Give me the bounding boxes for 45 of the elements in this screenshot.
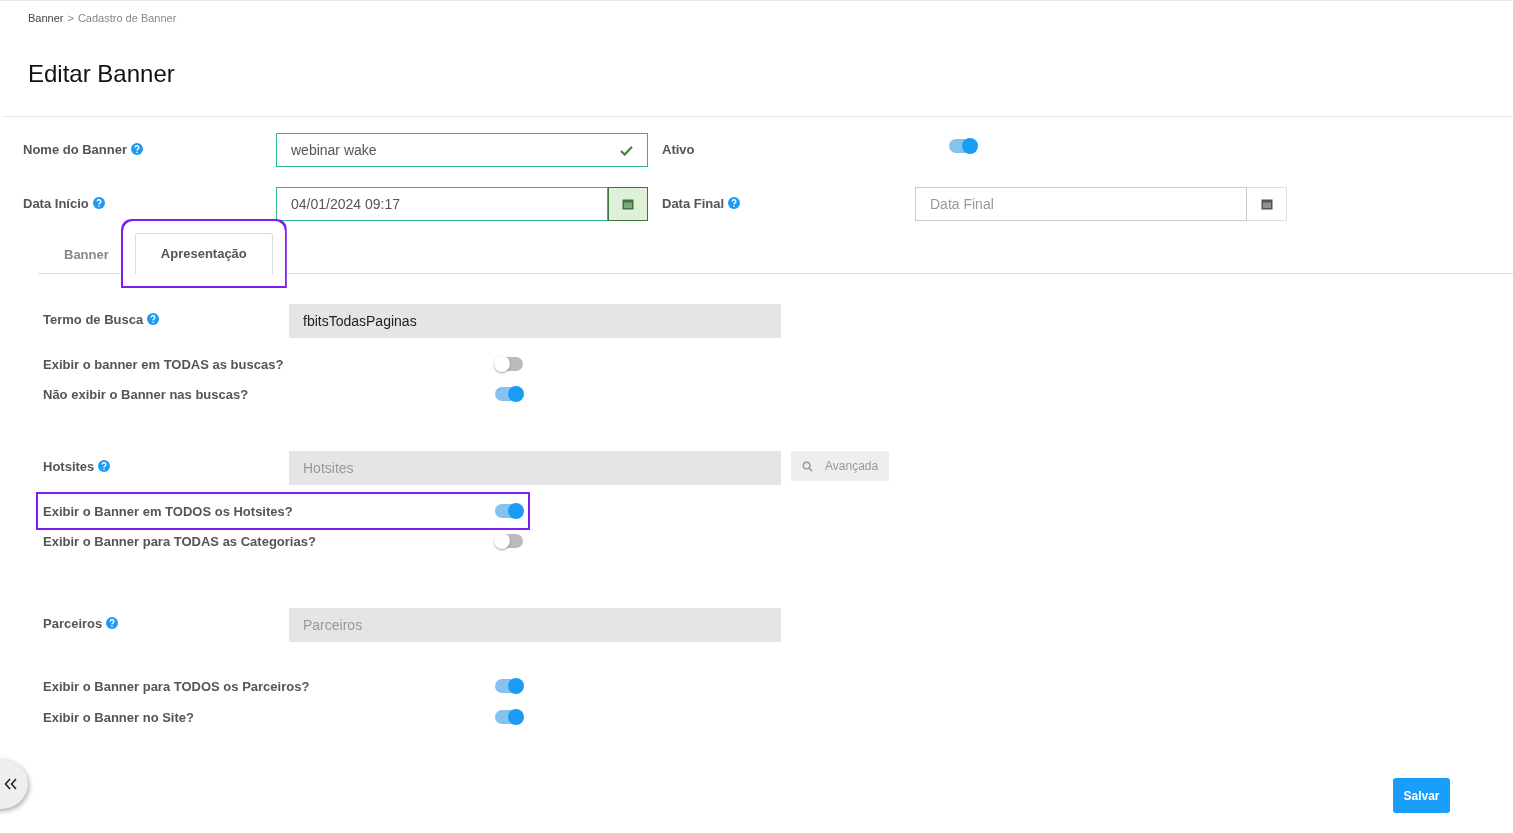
input-field[interactable]: Hotsites <box>289 451 781 485</box>
field-label: Parceiros <box>43 615 103 631</box>
toggle-switch[interactable] <box>495 679 523 693</box>
calendar-icon <box>1260 198 1273 210</box>
calendar-icon <box>622 198 634 210</box>
date-input-field[interactable]: 04/01/2024 09:17 <box>276 187 608 221</box>
toggle-label: Exibir o banner em TODAS as buscas? <box>43 356 284 372</box>
field-label: Nome do Banner <box>23 141 127 157</box>
help-icon[interactable] <box>92 197 105 209</box>
toggle-switch[interactable] <box>495 387 523 401</box>
double-chevron-left-icon <box>4 778 18 790</box>
toggle-label: Não exibir o Banner nas buscas? <box>43 386 249 402</box>
field-label: Data Final <box>662 195 725 211</box>
tab[interactable]: Banner <box>38 234 135 274</box>
input-field[interactable]: Parceiros <box>289 608 781 642</box>
field-label: Hotsites <box>43 458 95 474</box>
help-icon[interactable] <box>131 143 143 155</box>
breadcrumb-link[interactable]: Banner <box>28 12 64 24</box>
toggle-label: Exibir o Banner em TODOS os Hotsites? <box>43 503 293 519</box>
toggle-switch[interactable] <box>495 504 523 518</box>
field-label: Termo de Busca <box>43 311 144 327</box>
input-field[interactable]: fbitsTodasPaginas <box>289 304 781 338</box>
save-button[interactable]: Salvar <box>1393 778 1450 813</box>
help-icon[interactable] <box>147 313 160 325</box>
check-icon <box>620 144 633 156</box>
date-input-field[interactable]: Data Final <box>915 187 1247 221</box>
help-icon[interactable] <box>106 617 119 629</box>
toggle-switch[interactable] <box>495 357 523 371</box>
field-label: Ativo <box>662 141 695 157</box>
field-label: Data Início <box>23 195 89 211</box>
search-icon <box>802 460 813 472</box>
page-title: Editar Banner <box>28 59 176 89</box>
calendar-button[interactable] <box>608 187 648 221</box>
toggle-switch[interactable] <box>495 710 523 724</box>
advanced-search-button[interactable]: Avançada <box>791 451 890 481</box>
breadcrumb-current: Cadastro de Banner <box>77 12 177 24</box>
toggle-label: Exibir o Banner para TODOS os Parceiros? <box>43 678 310 694</box>
help-icon[interactable] <box>98 460 111 472</box>
help-icon[interactable] <box>728 197 741 209</box>
toggle-label: Exibir o Banner para TODAS as Categorias? <box>43 533 316 549</box>
toggle-label: Exibir o Banner no Site? <box>43 709 194 725</box>
toggle-switch[interactable] <box>949 139 977 153</box>
toggle-switch[interactable] <box>495 534 523 548</box>
text-input-field[interactable]: webinar wake <box>276 133 648 167</box>
breadcrumb-separator: > <box>67 12 74 24</box>
